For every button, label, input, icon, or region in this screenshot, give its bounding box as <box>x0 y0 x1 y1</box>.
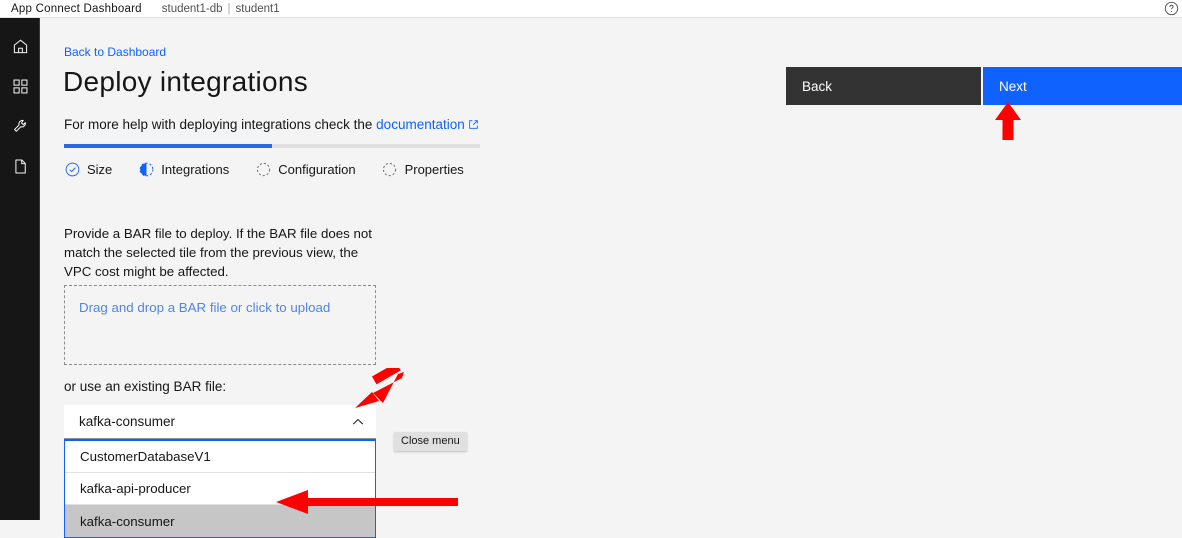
header-context: student1-db | student1 <box>162 3 280 15</box>
bar-file-dropzone[interactable]: Drag and drop a BAR file or click to upl… <box>64 285 376 365</box>
tab-properties-label: Properties <box>404 161 464 177</box>
existing-bar-file-label: or use an existing BAR file: <box>64 379 227 394</box>
tab-integrations[interactable]: Integrations <box>138 161 229 177</box>
instruction-text: Provide a BAR file to deploy. If the BAR… <box>64 226 372 280</box>
tab-size[interactable]: Size <box>64 161 112 177</box>
external-link-icon <box>468 118 479 133</box>
back-button[interactable]: Back <box>786 67 981 105</box>
option-label: kafka-consumer <box>80 513 175 529</box>
context-namespace: student1-db <box>161 2 223 15</box>
combobox-field[interactable]: kafka-consumer <box>64 405 376 439</box>
list-item[interactable]: CustomerDatabaseV1 <box>65 441 375 473</box>
app-brand-title[interactable]: App Connect Dashboard <box>11 3 142 15</box>
tab-configuration-label: Configuration <box>278 161 356 177</box>
context-separator: | <box>227 2 231 15</box>
wrench-icon <box>12 118 29 135</box>
chevron-up-icon[interactable] <box>350 414 366 430</box>
list-item-selected[interactable]: kafka-consumer <box>65 505 375 537</box>
main-content-area: Back to Dashboard Deploy integrations Fo… <box>40 18 1182 538</box>
combobox-selected-value: kafka-consumer <box>79 414 176 429</box>
context-user: student1 <box>235 2 280 15</box>
sidebar-item-home[interactable] <box>0 26 40 66</box>
half-circle-icon <box>138 161 154 177</box>
left-navigation-rail <box>0 18 40 520</box>
help-circle-icon[interactable] <box>1162 0 1180 18</box>
back-to-dashboard-link[interactable]: Back to Dashboard <box>64 45 166 59</box>
list-item[interactable]: kafka-api-producer <box>65 473 375 505</box>
combobox-options-list: CustomerDatabaseV1 kafka-api-producer ka… <box>64 439 376 538</box>
tab-size-label: Size <box>87 161 113 177</box>
close-menu-tooltip: Close menu <box>394 432 467 451</box>
sidebar-item-catalog[interactable] <box>0 66 40 106</box>
next-button[interactable]: Next <box>983 67 1182 105</box>
progress-steps: Size Integrations Configuration Properti… <box>64 161 494 177</box>
home-icon <box>12 38 29 55</box>
document-icon <box>12 158 29 175</box>
page-title: Deploy integrations <box>63 66 309 97</box>
documentation-link[interactable]: documentation <box>376 117 465 132</box>
dashed-circle-icon <box>382 161 398 177</box>
tab-configuration[interactable]: Configuration <box>255 161 356 177</box>
subtitle-text: For more help with deploying integration… <box>64 117 377 132</box>
progress-track <box>64 144 480 148</box>
top-header-bar: App Connect Dashboard student1-db | studen… <box>0 0 1182 18</box>
tab-integrations-label: Integrations <box>161 161 230 177</box>
grid-apps-icon <box>12 78 29 95</box>
option-label: kafka-api-producer <box>80 481 191 496</box>
sidebar-item-tools[interactable] <box>0 106 40 146</box>
progress-fill <box>64 144 272 148</box>
sidebar-item-documents[interactable] <box>0 146 40 186</box>
check-circle-icon <box>64 161 80 177</box>
bar-file-combobox: kafka-consumer CustomerDatabaseV1 kafka-… <box>64 405 376 538</box>
dashed-circle-icon <box>255 161 271 177</box>
progress-indicator: Size Integrations Configuration Properti… <box>64 144 494 177</box>
page-subtitle: For more help with deploying integration… <box>64 117 479 133</box>
dropzone-label: Drag and drop a BAR file or click to upl… <box>79 300 331 315</box>
tab-properties[interactable]: Properties <box>382 161 464 177</box>
option-label: CustomerDatabaseV1 <box>80 449 211 464</box>
